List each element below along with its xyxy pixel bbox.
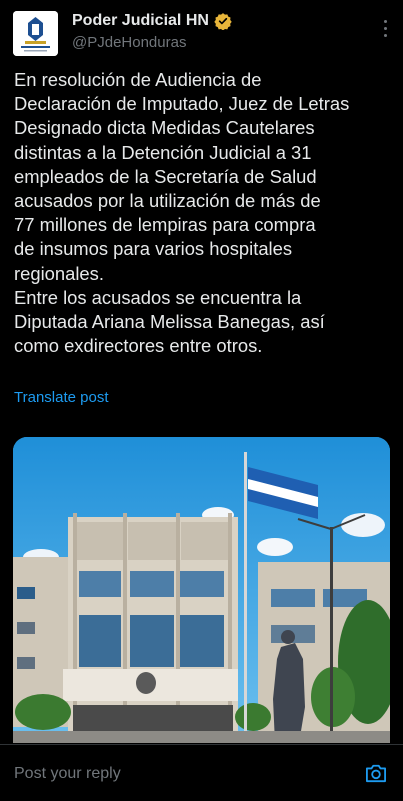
translate-post-link[interactable]: Translate post [14,389,109,406]
avatar[interactable] [13,11,58,56]
verified-badge-icon [214,13,232,30]
author-name-row[interactable]: Poder Judicial HN [72,12,232,30]
post-header: Poder Judicial HN @PJdeHonduras [0,0,403,64]
post-body-text: En resolución de Audiencia de Declaració… [14,69,350,357]
court-logo-icon [13,11,58,56]
more-vertical-icon[interactable] [383,20,389,40]
reply-bar: Post your reply [0,744,403,801]
author-handle[interactable]: @PJdeHonduras [72,34,186,51]
author-display-name[interactable]: Poder Judicial HN [72,12,209,30]
post-image[interactable] [13,437,390,743]
courthouse-photo [13,437,390,743]
reply-input[interactable]: Post your reply [14,765,121,783]
camera-icon[interactable] [365,763,387,783]
